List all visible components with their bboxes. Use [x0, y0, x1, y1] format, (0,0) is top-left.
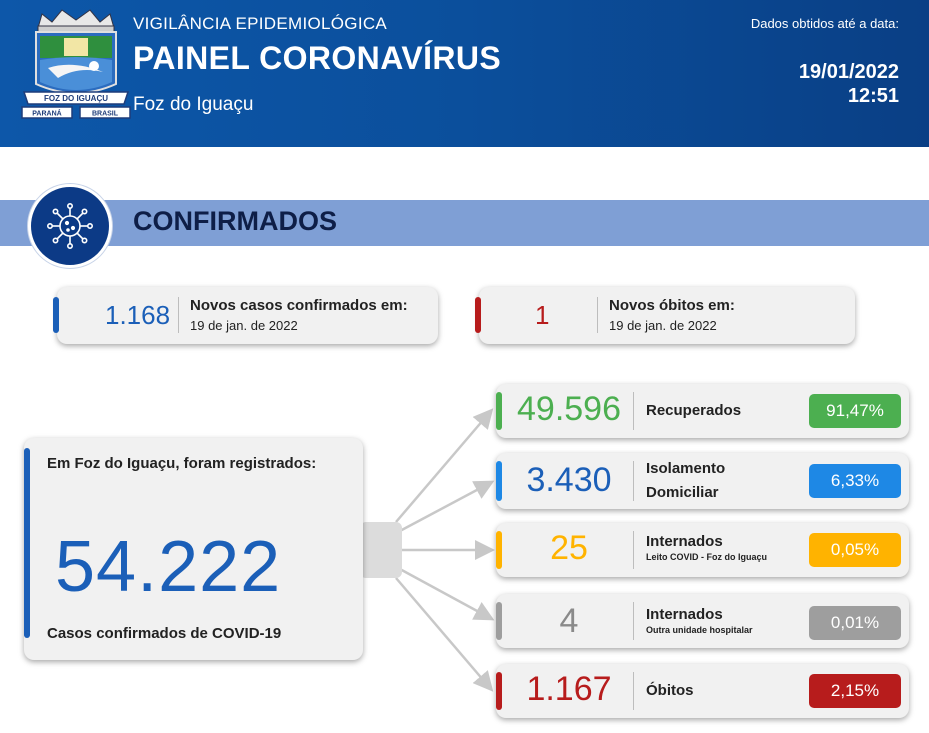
deaths-card: 1.167 Óbitos 2,15% — [496, 664, 909, 718]
isolation-value: 3.430 — [526, 461, 612, 499]
card-stripe — [496, 531, 502, 569]
hospitalized-local-sublabel: Leito COVID - Foz do Iguaçu — [646, 552, 767, 562]
hospitalized-local-label: Internados — [646, 533, 723, 550]
isolation-label-line2: Domiciliar — [646, 484, 719, 501]
card-stripe — [496, 392, 502, 430]
deaths-label: Óbitos — [646, 682, 694, 699]
arrow-connector-block — [360, 522, 402, 578]
hospitalized-other-label: Internados — [646, 606, 723, 623]
total-intro: Em Foz do Iguaçu, foram registrados: — [47, 455, 317, 472]
hospitalized-other-percent-badge: 0,01% — [809, 606, 901, 640]
hospitalized-other-card: 4 Internados Outra unidade hospitalar 0,… — [496, 594, 909, 648]
divider — [633, 392, 634, 430]
divider — [633, 531, 634, 569]
isolation-percent-badge: 6,33% — [809, 464, 901, 498]
deaths-value: 1.167 — [526, 670, 612, 708]
hospitalized-other-sublabel: Outra unidade hospitalar — [646, 625, 753, 635]
card-stripe — [496, 461, 502, 501]
arrow-hosp-other — [397, 566, 495, 621]
divider — [633, 461, 634, 501]
isolation-label: Isolamento — [646, 460, 726, 477]
hospitalized-local-card: 25 Internados Leito COVID - Foz do Iguaç… — [496, 523, 909, 577]
total-stripe — [24, 448, 30, 638]
recovered-card: 49.596 Recuperados 91,47% — [496, 384, 909, 438]
hospitalized-local-value: 25 — [550, 529, 588, 567]
arrow-deaths — [395, 577, 494, 692]
recovered-value: 49.596 — [517, 390, 621, 428]
hospitalized-other-value: 4 — [559, 602, 579, 640]
card-stripe — [496, 672, 502, 710]
deaths-percent-badge: 2,15% — [809, 674, 901, 708]
recovered-label: Recuperados — [646, 402, 742, 419]
isolation-card: 3.430 Isolamento Domiciliar 6,33% — [496, 453, 909, 509]
card-stripe — [496, 602, 502, 640]
total-footer: Casos confirmados de COVID-19 — [47, 625, 282, 642]
arrow-isolation — [397, 480, 495, 534]
divider — [633, 602, 634, 640]
arrow-recovered — [395, 408, 494, 523]
hospitalized-local-percent-badge: 0,05% — [809, 533, 901, 567]
recovered-percent-badge: 91,47% — [809, 394, 901, 428]
divider — [633, 672, 634, 710]
total-value: 54.222 — [55, 527, 282, 607]
